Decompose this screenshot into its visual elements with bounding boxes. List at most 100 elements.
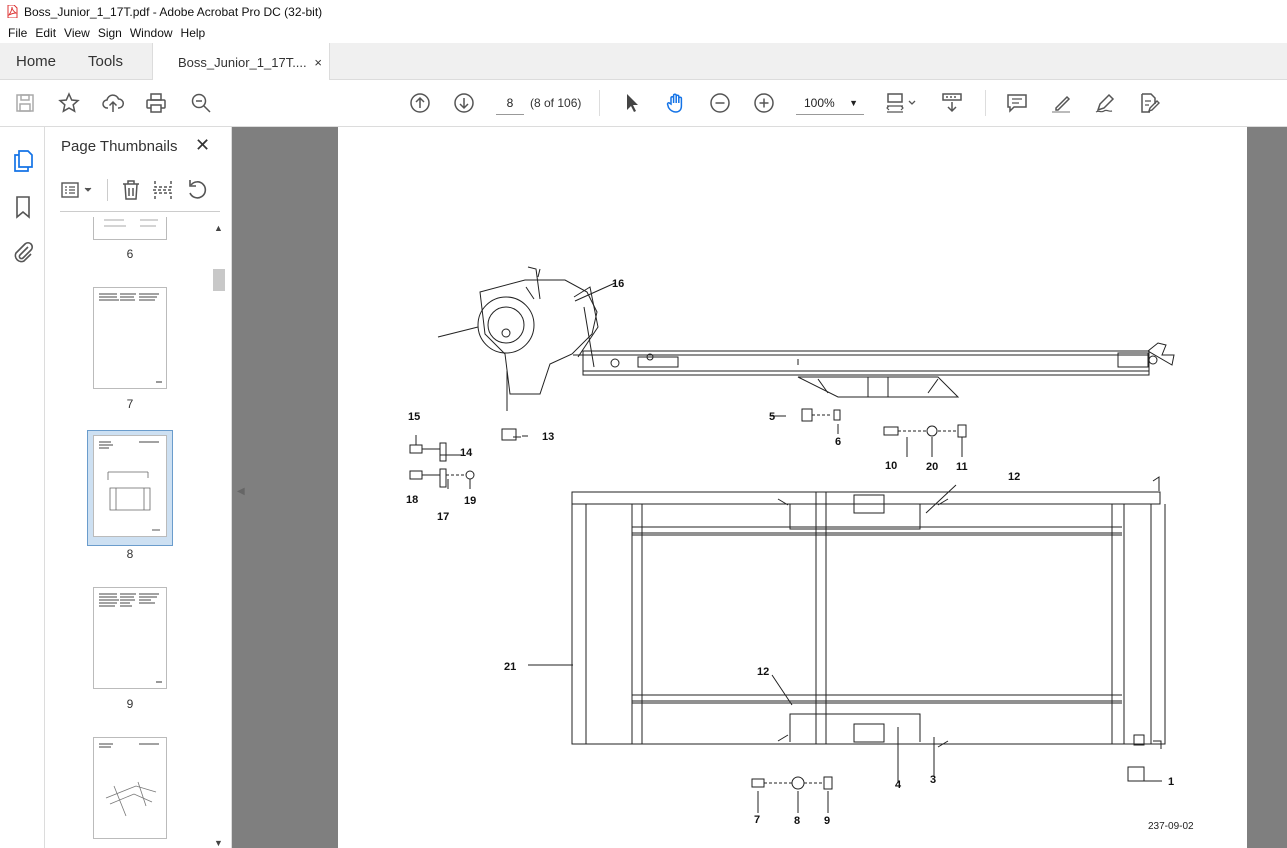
callout-13: 13 (542, 431, 554, 443)
callout-10: 10 (885, 460, 897, 472)
thumbnail-scrollbar[interactable]: ▲ ▼ (211, 217, 227, 848)
callout-6: 6 (835, 436, 841, 448)
menu-sign[interactable]: Sign (94, 26, 126, 40)
page-number-input[interactable]: 8 (496, 91, 524, 115)
callout-8: 8 (794, 815, 800, 827)
page-up-icon[interactable] (408, 91, 432, 115)
callout-9: 9 (824, 815, 830, 827)
title-bar: Boss_Junior_1_17T.pdf - Adobe Acrobat Pr… (0, 0, 1287, 23)
left-navigation-rail (0, 127, 45, 848)
callout-19: 19 (464, 495, 476, 507)
comment-icon[interactable] (1005, 91, 1029, 115)
callout-7: 7 (754, 814, 760, 826)
thumbnail-preview (99, 743, 159, 817)
thumbnail-label: 6 (126, 247, 134, 261)
page-thumbnail[interactable] (93, 737, 167, 839)
thumbnail-label: 8 (126, 547, 134, 561)
scroll-mode-icon[interactable] (940, 91, 964, 115)
hand-icon[interactable] (664, 91, 688, 115)
tab-document-label: Boss_Junior_1_17T.... (178, 54, 307, 70)
tab-document[interactable]: Boss_Junior_1_17T.... × (152, 43, 330, 81)
page-thumbnails-icon[interactable] (11, 149, 35, 173)
callout-11: 11 (956, 461, 968, 473)
callout-1: 1 (1168, 776, 1174, 788)
collapse-panel-icon[interactable]: ◀ (237, 486, 245, 497)
panel-toolbar (60, 177, 220, 203)
scroll-up-icon[interactable]: ▲ (214, 223, 223, 233)
panel-title: Page Thumbnails (61, 138, 178, 155)
thumbnail-preview (104, 219, 158, 227)
thumbnail-list: 6 7 8 9 (45, 217, 210, 848)
callout-4: 4 (895, 779, 902, 791)
callout-21: 21 (504, 661, 516, 673)
close-icon[interactable]: ✕ (195, 135, 210, 156)
highlight-icon[interactable] (1049, 91, 1073, 115)
callout-3: 3 (930, 774, 936, 786)
callout-14: 14 (460, 447, 473, 459)
sign-icon[interactable] (1093, 91, 1117, 115)
callout-15: 15 (408, 411, 420, 423)
document-viewer[interactable]: 16 13 15 14 18 17 19 5 6 10 20 11 12 21 … (232, 127, 1287, 848)
callout-12-top: 12 (1008, 471, 1020, 483)
acrobat-pdf-icon (7, 5, 18, 18)
save-icon[interactable] (13, 91, 37, 115)
zoom-out-icon[interactable] (708, 91, 732, 115)
page-thumbnails-panel: Page Thumbnails ✕ 6 7 8 9 ▲ ▼ (45, 127, 232, 848)
menu-edit[interactable]: Edit (31, 26, 60, 40)
chevron-down-icon: ▼ (849, 98, 858, 108)
fit-page-icon[interactable] (884, 91, 920, 115)
rotate-icon[interactable] (186, 179, 208, 201)
edit-pdf-icon[interactable] (1137, 91, 1161, 115)
thumbnail-preview (99, 593, 162, 683)
thumbnail-preview (99, 293, 162, 383)
bookmark-star-icon[interactable] (57, 91, 81, 115)
zoom-search-icon[interactable] (189, 91, 213, 115)
menu-help[interactable]: Help (177, 26, 210, 40)
window-title: Boss_Junior_1_17T.pdf - Adobe Acrobat Pr… (24, 4, 323, 19)
upload-icon[interactable] (101, 91, 125, 115)
thumbnail-label: 9 (126, 697, 134, 711)
menu-window[interactable]: Window (126, 26, 177, 40)
menu-view[interactable]: View (60, 26, 94, 40)
scroll-down-icon[interactable]: ▼ (214, 838, 223, 848)
callout-20: 20 (926, 461, 938, 473)
menu-bar: File Edit View Sign Window Help (0, 23, 1287, 43)
callout-17: 17 (437, 511, 449, 523)
page-down-icon[interactable] (452, 91, 476, 115)
delete-icon[interactable] (120, 179, 142, 201)
select-arrow-icon[interactable] (620, 91, 644, 115)
main-toolbar (0, 80, 1287, 127)
callout-16: 16 (612, 278, 624, 290)
toolbar-separator (599, 90, 600, 116)
callout-18: 18 (406, 494, 418, 506)
page-thumbnail[interactable] (93, 287, 167, 389)
callout-12-bottom: 12 (757, 666, 769, 678)
page-count-label: (8 of 106) (530, 96, 582, 110)
zoom-level-value: 100% (804, 96, 835, 110)
extract-pages-icon[interactable] (152, 179, 174, 201)
thumbnail-preview (99, 441, 160, 531)
tab-bar: Home Tools Boss_Junior_1_17T.... × (0, 43, 1287, 81)
page-thumbnail[interactable] (93, 587, 167, 689)
bookmarks-icon[interactable] (11, 195, 35, 219)
tab-home[interactable]: Home (16, 43, 56, 80)
options-menu-icon[interactable] (60, 179, 96, 201)
scrollbar-thumb[interactable] (213, 269, 225, 291)
tab-close-icon[interactable]: × (314, 55, 322, 70)
pdf-page: 16 13 15 14 18 17 19 5 6 10 20 11 12 21 … (338, 127, 1247, 848)
thumbnail-label: 7 (126, 397, 134, 411)
print-icon[interactable] (144, 91, 168, 115)
zoom-in-icon[interactable] (752, 91, 776, 115)
menu-file[interactable]: File (4, 26, 31, 40)
panel-tools-separator (107, 179, 108, 201)
page-thumbnail[interactable] (93, 217, 167, 240)
callout-labels: 16 13 15 14 18 17 19 5 6 10 20 11 12 21 … (406, 278, 1194, 832)
toolbar-separator (985, 90, 986, 116)
callout-5: 5 (769, 411, 775, 423)
zoom-level-select[interactable]: 100% ▼ (796, 91, 864, 115)
document-reference-code: 237-09-02 (1148, 821, 1194, 832)
panel-divider (60, 211, 220, 212)
attachments-icon[interactable] (11, 240, 35, 264)
tab-tools[interactable]: Tools (88, 43, 123, 80)
page-thumbnail-selected[interactable] (93, 435, 167, 537)
